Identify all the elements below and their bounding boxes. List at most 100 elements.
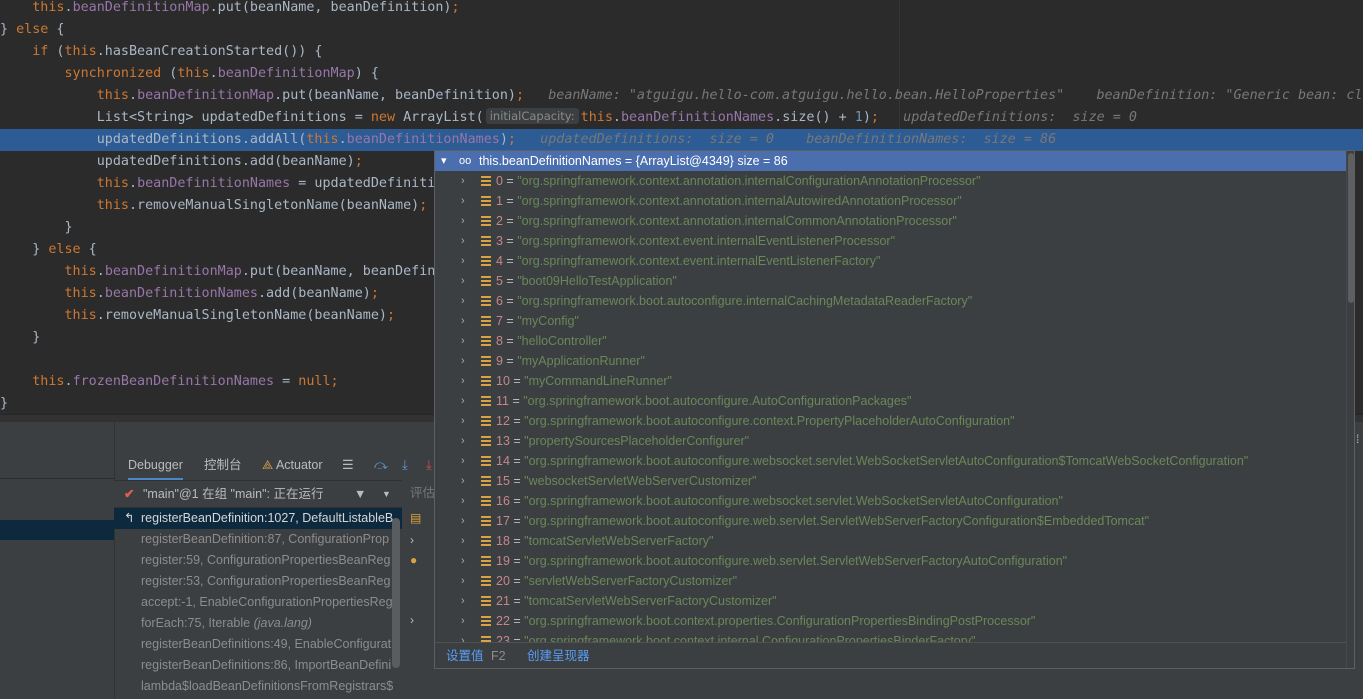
popup-scrollbar[interactable] <box>1346 151 1354 668</box>
expand-icon[interactable]: › <box>461 531 465 551</box>
expand-icon[interactable]: › <box>461 211 465 231</box>
list-item[interactable]: › 8 = "helloController" <box>435 331 1346 351</box>
tab-debugger[interactable]: Debugger <box>128 452 183 480</box>
list-item[interactable]: › 1 = "org.springframework.context.annota… <box>435 191 1346 211</box>
stack-frame[interactable]: forEach:75, Iterable (java.lang) <box>114 613 402 634</box>
code-token: . <box>64 374 73 389</box>
list-item[interactable]: › 10 = "myCommandLineRunner" <box>435 371 1346 391</box>
code-token: beanDefinitionMap <box>137 88 275 103</box>
code-token: .put(beanName, beanDefinition) <box>209 0 452 15</box>
selected-session-row[interactable] <box>0 520 114 540</box>
force-step-into-icon[interactable]: ⤓ <box>426 458 432 472</box>
stack-frame[interactable]: accept:-1, EnableConfigurationProperties… <box>114 592 402 613</box>
expand-icon[interactable]: › <box>461 411 465 431</box>
stack-frame[interactable]: register:59, ConfigurationPropertiesBean… <box>114 550 402 571</box>
list-item-text: 22 = "org.springframework.boot.context.p… <box>496 611 1035 631</box>
thread-selector[interactable]: ✔ "main"@1 在组 "main": 正在运行 ▼ ▼ <box>114 480 402 508</box>
expand-icon[interactable]: › <box>461 591 465 611</box>
expand-icon[interactable]: › <box>461 351 465 371</box>
list-item[interactable]: › 20 = "servletWebServerFactoryCustomizer… <box>435 571 1346 591</box>
list-item[interactable]: › 4 = "org.springframework.context.event.… <box>435 251 1346 271</box>
expand-icon[interactable]: › <box>461 271 465 291</box>
equals-sign: = <box>502 354 518 368</box>
list-item-text: 13 = "propertySourcesPlaceholderConfigur… <box>496 431 749 451</box>
stack-frame[interactable]: registerBeanDefinitions:86, ImportBeanDe… <box>114 655 402 676</box>
set-value-link[interactable]: 设置值 <box>446 643 484 668</box>
expand-icon[interactable]: › <box>461 391 465 411</box>
code-token: this <box>64 44 97 59</box>
code-line[interactable]: List<String> updatedDefinitions = new Ar… <box>0 107 1363 129</box>
expand-icon[interactable]: › <box>461 191 465 211</box>
list-item[interactable]: › 22 = "org.springframework.boot.context.… <box>435 611 1346 631</box>
expand-icon[interactable]: › <box>461 171 465 191</box>
stack-frame[interactable]: register:53, ConfigurationPropertiesBean… <box>114 571 402 592</box>
expand-icon[interactable]: › <box>461 311 465 331</box>
expand-icon[interactable]: › <box>461 431 465 451</box>
popup-header[interactable]: ▾ oo this.beanDefinitionNames = {ArrayLi… <box>435 151 1346 171</box>
list-item[interactable]: › 9 = "myApplicationRunner" <box>435 351 1346 371</box>
list-item[interactable]: › 0 = "org.springframework.context.annota… <box>435 171 1346 191</box>
chevron-down-icon[interactable]: ▾ <box>441 151 447 171</box>
code-line[interactable]: if (this.hasBeanCreationStarted()) { <box>0 41 1363 63</box>
item-index: 7 <box>496 314 503 328</box>
stack-frame[interactable]: ↰ registerBeanDefinition:1027, DefaultLis… <box>114 508 402 529</box>
frames-scrollbar[interactable] <box>392 518 400 668</box>
item-value: "org.springframework.boot.autoconfigure.… <box>523 394 912 408</box>
stack-frame[interactable]: lambda$loadBeanDefinitionsFromRegistrars… <box>114 676 402 697</box>
create-renderer-link[interactable]: 创建呈现器 <box>527 643 590 668</box>
code-token: this <box>177 66 210 81</box>
expand-icon[interactable]: › <box>410 533 414 547</box>
settings-icon[interactable]: ⁞ <box>1356 432 1359 446</box>
list-item[interactable]: › 23 = "org.springframework.boot.context.… <box>435 631 1346 642</box>
list-item[interactable]: › 3 = "org.springframework.context.event.… <box>435 231 1346 251</box>
expand-icon[interactable]: › <box>461 571 465 591</box>
list-item[interactable]: › 6 = "org.springframework.boot.autoconfi… <box>435 291 1346 311</box>
code-line[interactable]: synchronized (this.beanDefinitionMap) { <box>0 63 1363 85</box>
expand-icon[interactable]: › <box>461 251 465 271</box>
expand-icon[interactable]: › <box>461 511 465 531</box>
list-item[interactable]: › 7 = "myConfig" <box>435 311 1346 331</box>
list-item[interactable]: › 14 = "org.springframework.boot.autoconf… <box>435 451 1346 471</box>
popup-scrollbar-thumb[interactable] <box>1348 153 1354 303</box>
list-item[interactable]: › 17 = "org.springframework.boot.autoconf… <box>435 511 1346 531</box>
list-item[interactable]: › 13 = "propertySourcesPlaceholderConfigu… <box>435 431 1346 451</box>
list-item[interactable]: › 16 = "org.springframework.boot.autoconf… <box>435 491 1346 511</box>
list-item[interactable]: › 15 = "websocketServletWebServerCustomiz… <box>435 471 1346 491</box>
expand-icon[interactable]: › <box>461 631 465 642</box>
list-item[interactable]: › 21 = "tomcatServletWebServerFactoryCust… <box>435 591 1346 611</box>
stack-frame[interactable]: registerBeanDefinition:87, Configuration… <box>114 529 402 550</box>
code-line[interactable]: } else { <box>0 19 1363 41</box>
filter-icon[interactable]: ▼ <box>354 481 366 507</box>
expand-icon[interactable]: › <box>461 471 465 491</box>
expand-icon[interactable]: › <box>461 331 465 351</box>
expand-icon[interactable]: › <box>461 371 465 391</box>
stack-frame[interactable]: registerBeanDefinitions:49, EnableConfig… <box>114 634 402 655</box>
step-into-icon[interactable]: ⤓ <box>402 458 408 472</box>
list-item[interactable]: › 2 = "org.springframework.context.annota… <box>435 211 1346 231</box>
list-item[interactable]: › 5 = "boot09HelloTestApplication" <box>435 271 1346 291</box>
code-line[interactable]: this.beanDefinitionMap.put(beanName, bea… <box>0 0 1363 19</box>
expand-icon[interactable]: › <box>461 551 465 571</box>
expand-icon[interactable]: › <box>461 291 465 311</box>
expand-icon[interactable]: › <box>410 613 414 627</box>
menu-icon[interactable]: ☰ <box>342 458 354 472</box>
expand-icon[interactable]: › <box>461 451 465 471</box>
list-item[interactable]: › 12 = "org.springframework.boot.autoconf… <box>435 411 1346 431</box>
expand-icon[interactable]: › <box>461 611 465 631</box>
code-line-current[interactable]: updatedDefinitions.addAll(this.beanDefin… <box>0 129 1363 151</box>
list-item[interactable]: › 11 = "org.springframework.boot.autoconf… <box>435 391 1346 411</box>
field-icon <box>481 236 491 246</box>
tab-console[interactable]: 控制台 <box>204 452 242 478</box>
tab-actuator[interactable]: ⟁ Actuator <box>262 452 323 478</box>
chevron-down-icon[interactable]: ▼ <box>382 481 391 507</box>
item-value: "websocketServletWebServerCustomizer" <box>524 474 757 488</box>
expand-icon[interactable]: › <box>461 491 465 511</box>
step-over-icon[interactable]: ⤼ <box>374 458 388 472</box>
list-item[interactable]: › 19 = "org.springframework.boot.autoconf… <box>435 551 1346 571</box>
expand-icon[interactable]: › <box>461 231 465 251</box>
equals-sign: = <box>509 574 525 588</box>
stack-frame-name: register:53, ConfigurationPropertiesBean… <box>141 574 391 588</box>
list-item[interactable]: › 18 = "tomcatServletWebServerFactory" <box>435 531 1346 551</box>
code-line[interactable]: this.beanDefinitionMap.put(beanName, bea… <box>0 85 1363 107</box>
